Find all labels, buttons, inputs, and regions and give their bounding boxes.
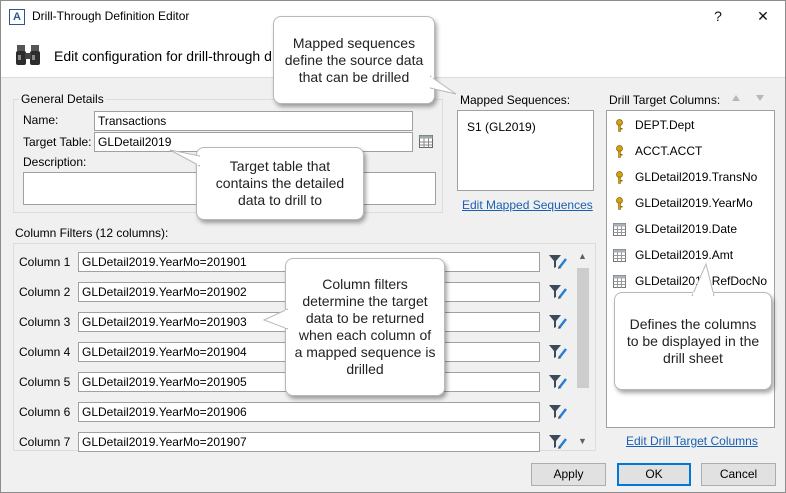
general-details-title: General Details <box>19 92 106 106</box>
key-icon <box>616 197 623 210</box>
name-label: Name: <box>23 113 59 127</box>
list-item[interactable]: GLDetail2019.TransNo <box>613 170 768 186</box>
close-button[interactable]: ✕ <box>748 5 778 27</box>
description-label: Description: <box>23 155 87 169</box>
window-title: Drill-Through Definition Editor <box>32 9 190 23</box>
edit-filter-icon[interactable] <box>548 343 568 361</box>
filter-row-label: Column 7 <box>19 435 71 449</box>
list-item-label: GLDetail2019.Date <box>635 222 738 236</box>
callout-tail-icon <box>430 75 457 95</box>
name-input[interactable]: Transactions <box>94 111 413 131</box>
list-item[interactable]: GLDetail2019.Date <box>613 222 768 238</box>
scroll-down-icon[interactable]: ▼ <box>578 436 587 446</box>
cancel-button[interactable]: Cancel <box>701 463 776 486</box>
table-picker-icon[interactable] <box>419 135 433 148</box>
edit-filter-icon[interactable] <box>548 283 568 301</box>
list-item-label: GLDetail2019.TransNo <box>635 170 758 184</box>
list-item[interactable]: GLDetail2019.YearMo <box>613 196 768 212</box>
drill-target-columns-label: Drill Target Columns: <box>609 93 721 107</box>
mapped-sequences-label: Mapped Sequences: <box>460 93 571 107</box>
edit-mapped-sequences-link[interactable]: Edit Mapped Sequences <box>462 198 593 212</box>
filter-input[interactable]: GLDetail2019.YearMo=201906 <box>78 402 540 422</box>
header-text: Edit configuration for drill-through d <box>54 48 272 64</box>
edit-filter-icon[interactable] <box>548 253 568 271</box>
callout-tail-icon <box>691 262 715 296</box>
apply-button[interactable]: Apply <box>531 463 606 486</box>
list-item[interactable]: ACCT.ACCT <box>613 144 768 160</box>
app-icon: A <box>9 9 25 25</box>
edit-filter-icon[interactable] <box>548 433 568 451</box>
list-item[interactable]: S1 (GL2019) <box>467 120 536 134</box>
move-up-icon[interactable] <box>731 94 741 102</box>
filter-input[interactable]: GLDetail2019.YearMo=201907 <box>78 432 540 452</box>
callout-drill-target: Defines the columns to be displayed in t… <box>614 292 772 390</box>
grid-icon <box>613 249 626 262</box>
list-item-label: ACCT.ACCT <box>635 144 703 158</box>
edit-filter-icon[interactable] <box>548 403 568 421</box>
callout-tail-icon <box>262 308 288 330</box>
key-icon <box>616 145 623 158</box>
scroll-thumb[interactable] <box>577 268 589 388</box>
move-down-icon[interactable] <box>755 94 765 102</box>
scroll-up-icon[interactable]: ▲ <box>578 251 587 261</box>
filter-row-label: Column 5 <box>19 375 71 389</box>
edit-filter-icon[interactable] <box>548 313 568 331</box>
key-icon <box>616 119 623 132</box>
callout-tail-icon <box>169 149 200 167</box>
filter-row-label: Column 1 <box>19 255 71 269</box>
filter-row-label: Column 2 <box>19 285 71 299</box>
filter-row-label: Column 3 <box>19 315 71 329</box>
callout-mapped-sequences: Mapped sequences define the source data … <box>273 16 435 104</box>
grid-icon <box>613 275 626 288</box>
callout-column-filters: Column filters determine the target data… <box>285 258 445 396</box>
callout-target-table: Target table that contains the detailed … <box>196 147 364 220</box>
filter-row-label: Column 6 <box>19 405 71 419</box>
list-item-label: GLDetail2019.YearMo <box>635 196 753 210</box>
edit-filter-icon[interactable] <box>548 373 568 391</box>
column-filters-label: Column Filters (12 columns): <box>15 226 169 240</box>
filter-row-label: Column 4 <box>19 345 71 359</box>
ok-button[interactable]: OK <box>617 463 691 486</box>
edit-drill-target-columns-link[interactable]: Edit Drill Target Columns <box>626 434 758 448</box>
mapped-sequences-list[interactable]: S1 (GL2019) <box>457 110 594 191</box>
list-item-label: GLDetail2019.Amt <box>635 248 734 262</box>
list-item-label: DEPT.Dept <box>635 118 695 132</box>
target-table-label: Target Table: <box>23 135 92 149</box>
binoculars-icon <box>16 45 40 65</box>
grid-icon <box>613 223 626 236</box>
key-icon <box>616 171 623 184</box>
help-button[interactable]: ? <box>703 5 733 27</box>
list-item[interactable]: DEPT.Dept <box>613 118 768 134</box>
column-filters-scrollbar[interactable]: ▲ ▼ <box>574 248 592 448</box>
